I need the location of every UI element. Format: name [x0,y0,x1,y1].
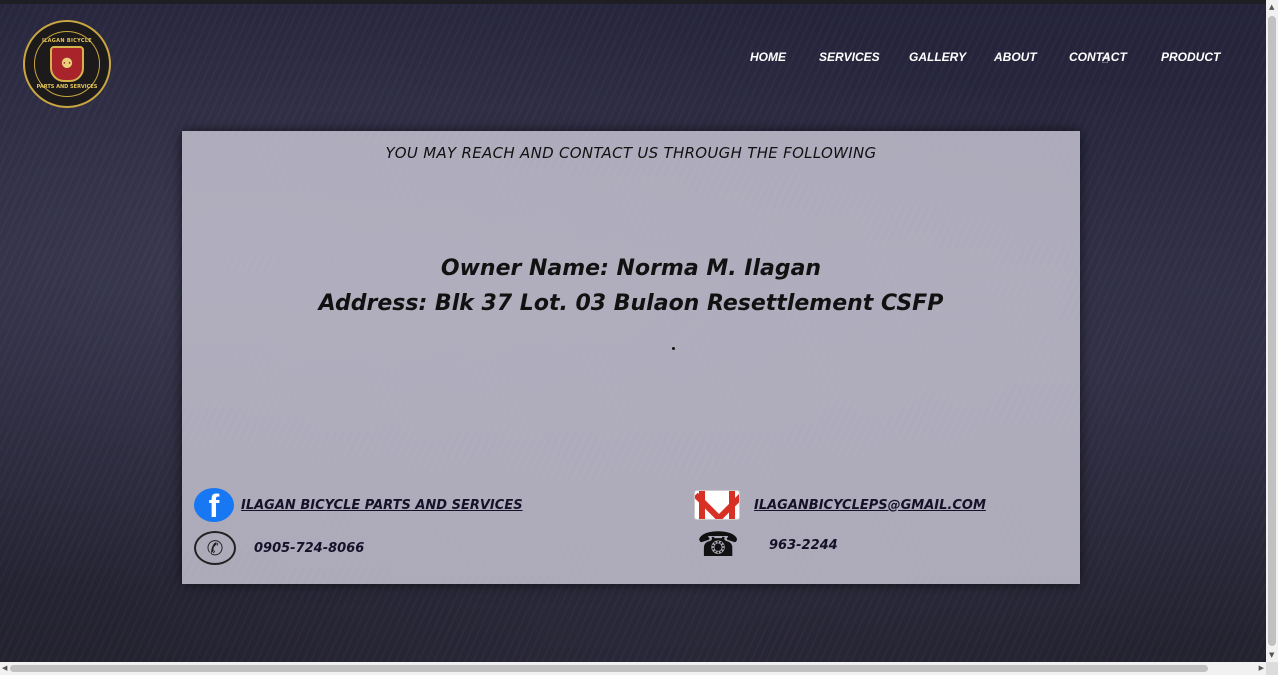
logo-badge: ILAGAN BICYCLE ⚉ PARTS AND SERVICES [34,31,100,97]
facebook-icon[interactable]: f [194,488,234,522]
gmail-icon[interactable] [694,490,740,520]
contact-heading: YOU MAY REACH AND CONTACT US THROUGH THE… [385,144,877,162]
nav-contact[interactable]: CONTACT [1069,50,1127,64]
site-logo[interactable]: ILAGAN BICYCLE ⚉ PARTS AND SERVICES [23,20,111,108]
horizontal-scrollbar[interactable]: ◀ ▶ [0,662,1266,675]
owner-name: Owner Name: Norma M. Ilagan [440,256,822,281]
scroll-left-icon[interactable]: ◀ [2,664,7,672]
contact-panel: YOU MAY REACH AND CONTACT US THROUGH THE… [182,131,1080,584]
nav-gallery[interactable]: GALLERY [909,50,966,64]
facebook-link[interactable]: ILAGAN BICYCLE PARTS AND SERVICES [241,498,523,513]
telephone-icon: ☎ [696,525,740,565]
nav-home[interactable]: HOME [750,50,786,64]
mobile-contact: ✆ 0905-724-8066 [194,531,364,565]
scroll-down-icon[interactable]: ▼ [1269,651,1274,659]
email-contact: ILAGANBICYCLEPS@GMAIL.COM [694,490,986,520]
landline-contact: ☎ 963-2244 [690,528,838,562]
mouse-cursor-icon: ☝ [1101,52,1109,67]
vertical-scroll-thumb[interactable] [1268,16,1276,646]
bicycle-icon: ⚉ [50,46,84,82]
phone-icon: ✆ [194,531,236,565]
dot-marker [672,347,675,350]
mobile-number: 0905-724-8066 [254,540,365,556]
scroll-up-icon[interactable]: ▲ [1269,3,1274,11]
scrollbar-corner [1266,662,1278,675]
landline-number: 963-2244 [769,537,838,553]
email-link[interactable]: ILAGANBICYCLEPS@GMAIL.COM [754,498,986,513]
facebook-contact: f ILAGAN BICYCLE PARTS AND SERVICES [194,488,523,522]
nav-services[interactable]: SERVICES [819,50,880,64]
logo-top-text: ILAGAN BICYCLE [41,38,93,44]
horizontal-scroll-thumb[interactable] [10,665,1208,672]
nav-product[interactable]: PRODUCT [1161,50,1220,64]
scroll-right-icon[interactable]: ▶ [1259,664,1264,672]
logo-bottom-text: PARTS AND SERVICES [36,84,98,90]
address: Address: Blk 37 Lot. 03 Bulaon Resettlem… [318,291,944,316]
vertical-scrollbar[interactable]: ▲ ▼ [1266,0,1278,662]
nav-about[interactable]: ABOUT [994,50,1037,64]
top-border [0,0,1266,4]
